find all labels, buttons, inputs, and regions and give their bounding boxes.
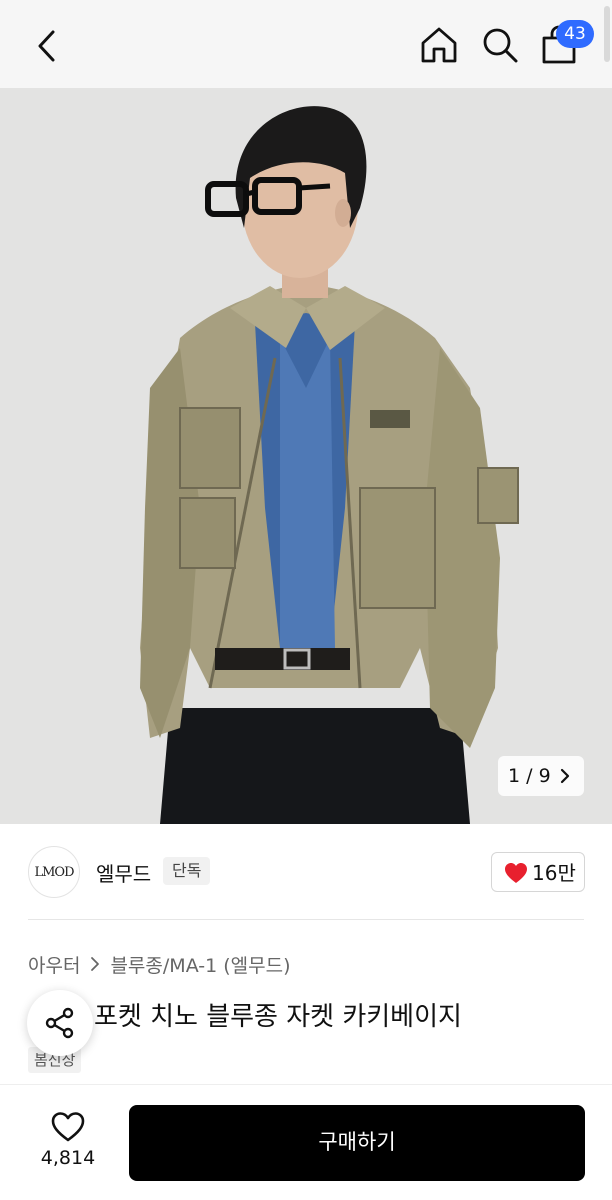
chevron-right-icon [91,957,100,971]
heart-filled-icon [505,863,527,883]
scrollbar[interactable] [604,6,610,62]
breadcrumb-item-category[interactable]: 블루종/MA-1 (엘무드) [110,951,290,978]
cart-count-badge: 43 [556,20,594,48]
image-pager[interactable]: 1 / 9 [498,756,584,796]
search-icon[interactable] [479,24,521,66]
brand-row: LMOD 엘무드 단독 16만 [0,824,612,920]
bottom-action-bar: 4,814 구매하기 [0,1084,612,1200]
wishlist-count: 4,814 [40,1147,96,1169]
breadcrumb-item-outer[interactable]: 아우터 [28,951,80,978]
share-button[interactable] [27,990,93,1056]
brand-like-count: 16만 [532,861,576,885]
share-icon [45,1007,74,1039]
divider [28,919,584,920]
product-title: 포켓 치노 블루종 자켓 카키베이지 [28,996,462,1033]
chevron-left-icon[interactable] [28,26,68,66]
product-title-text: 포켓 치노 블루종 자켓 카키베이지 [94,1002,462,1032]
brand-logo[interactable]: LMOD [28,846,80,898]
top-bar: 43 [0,0,612,88]
chevron-right-icon [560,768,570,784]
product-image[interactable] [0,88,612,824]
buy-button[interactable]: 구매하기 [129,1105,585,1181]
wishlist-button[interactable]: 4,814 [32,1107,104,1177]
pager-text: 1 / 9 [508,765,551,787]
home-icon[interactable] [418,24,460,66]
heart-outline-icon [51,1112,85,1142]
breadcrumb: 아우터 블루종/MA-1 (엘무드) [28,950,291,978]
brand-like-button[interactable]: 16만 [491,852,585,892]
exclusive-tag: 단독 [163,857,211,885]
brand-name[interactable]: 엘무드 [96,858,151,887]
